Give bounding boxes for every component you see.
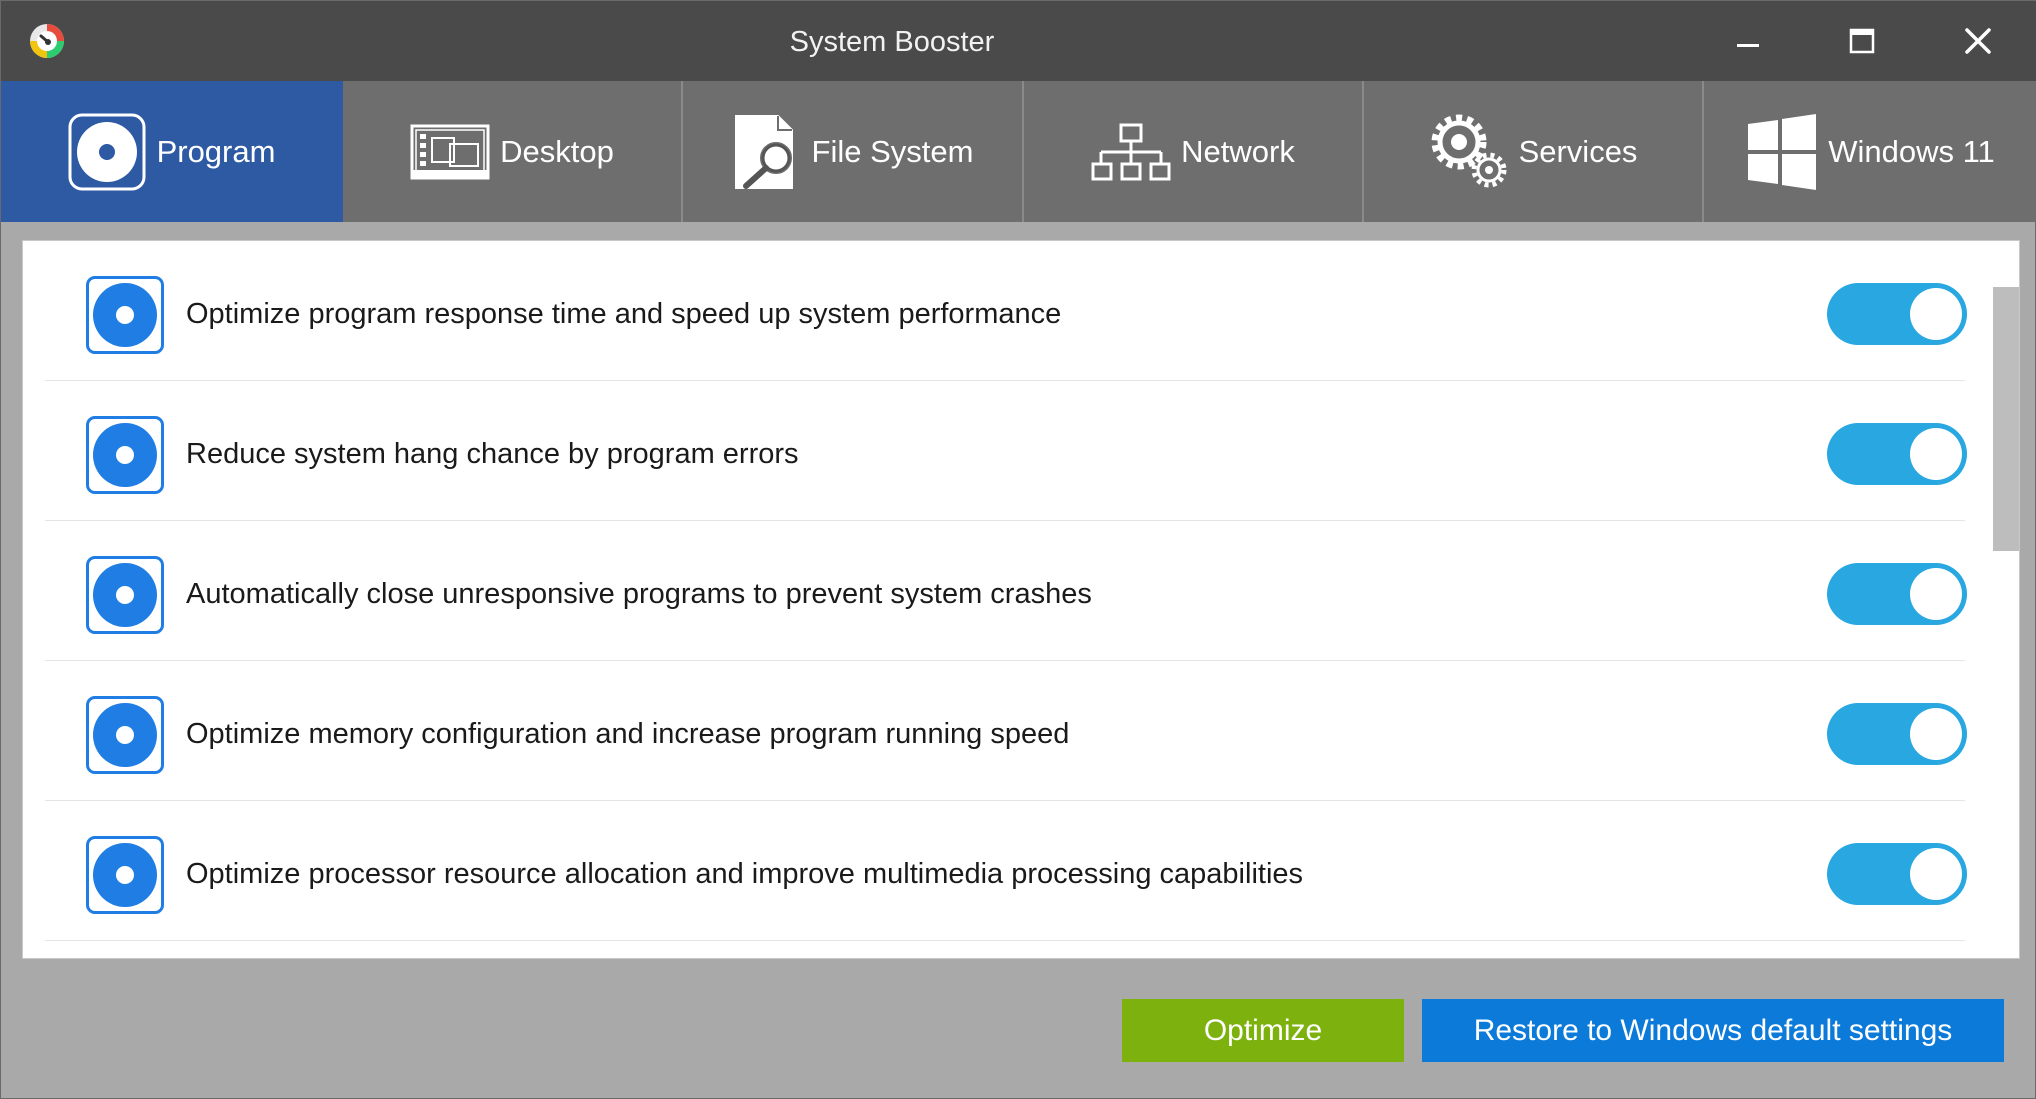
program-option-icon: [86, 556, 164, 634]
option-toggle[interactable]: [1827, 703, 1967, 765]
tab-label: Windows 11: [1828, 133, 1995, 169]
tab-network[interactable]: Network: [1024, 81, 1364, 222]
scrollbar-thumb[interactable]: [1993, 287, 2019, 551]
tab-label: Network: [1181, 133, 1295, 169]
option-label: Optimize program response time and speed…: [186, 298, 1062, 330]
option-row: Optimize processor resource allocation a…: [45, 801, 1967, 941]
tab-desktop[interactable]: Desktop: [343, 81, 683, 222]
program-option-icon: [86, 276, 164, 354]
option-toggle[interactable]: [1827, 563, 1967, 625]
option-toggle[interactable]: [1827, 423, 1967, 485]
close-button[interactable]: [1923, 1, 2033, 81]
title-bar[interactable]: System Booster: [1, 1, 2036, 81]
options-panel: Optimize program response time and speed…: [22, 240, 2020, 959]
option-row: Reduce system hang chance by program err…: [45, 381, 1967, 521]
close-icon: [1965, 28, 1991, 54]
tab-program[interactable]: Program: [1, 81, 343, 222]
option-toggle[interactable]: [1827, 843, 1967, 905]
app-window: System Booster Program Desktop File Syst…: [0, 0, 2036, 1099]
network-icon: [1091, 122, 1171, 182]
tab-services[interactable]: Services: [1364, 81, 1704, 222]
minimize-icon: [1737, 44, 1759, 47]
tab-label: Program: [156, 133, 276, 169]
option-label: Reduce system hang chance by program err…: [186, 438, 799, 470]
tab-label: File System: [811, 133, 974, 169]
option-row: Optimize memory configuration and increa…: [45, 661, 1967, 801]
tab-file-system[interactable]: File System: [683, 81, 1024, 222]
option-row: Optimize program response time and speed…: [45, 241, 1967, 381]
tab-label: Services: [1518, 133, 1638, 169]
program-option-icon: [86, 696, 164, 774]
option-label: Optimize memory configuration and increa…: [186, 718, 1070, 750]
gears-icon: [1429, 112, 1509, 192]
maximize-button[interactable]: [1807, 1, 1917, 81]
vertical-scrollbar[interactable]: [1983, 241, 2019, 958]
optimize-button[interactable]: Optimize: [1122, 999, 1404, 1062]
restore-defaults-button[interactable]: Restore to Windows default settings: [1422, 999, 2004, 1062]
windows-logo-icon: [1746, 113, 1818, 190]
maximize-icon: [1849, 28, 1875, 54]
tab-windows-11[interactable]: Windows 11: [1704, 81, 2036, 222]
option-row: Automatically close unresponsive program…: [45, 521, 1967, 661]
tab-label: Desktop: [500, 133, 614, 169]
option-toggle[interactable]: [1827, 283, 1967, 345]
minimize-button[interactable]: [1693, 1, 1803, 81]
program-option-icon: [86, 416, 164, 494]
program-option-icon: [86, 836, 164, 914]
program-disc-icon: [67, 112, 147, 192]
tab-bar: Program Desktop File System Network Serv…: [1, 81, 2036, 222]
option-label: Automatically close unresponsive program…: [186, 578, 1092, 610]
window-title: System Booster: [789, 26, 995, 58]
file-search-icon: [732, 112, 802, 192]
option-label: Optimize processor resource allocation a…: [186, 858, 1304, 890]
desktop-icon: [410, 122, 490, 182]
